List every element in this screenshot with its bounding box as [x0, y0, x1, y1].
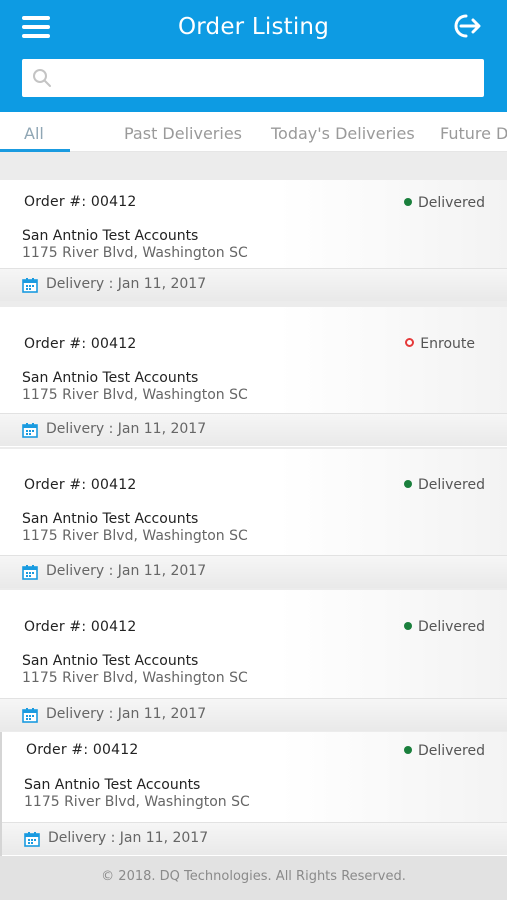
- order-number: Order #: 00412: [24, 619, 137, 635]
- delivery-date: Delivery : Jan 11, 2017: [46, 276, 207, 292]
- status-dot-icon: [403, 198, 412, 206]
- calendar-icon: [22, 278, 38, 293]
- order-card[interactable]: Order #: 00412 Enroute San Antnio Test A…: [0, 307, 507, 447]
- account-name: San Antnio Test Accounts: [22, 370, 199, 386]
- status-label: Delivered: [417, 619, 485, 635]
- account-name: San Antnio Test Accounts: [24, 777, 201, 793]
- account-address: 1175 River Blvd, Washington SC: [22, 387, 248, 403]
- status-badge: Enroute: [405, 336, 475, 352]
- delivery-row: Delivery : Jan 11, 2017: [0, 698, 507, 731]
- account-name: San Antnio Test Accounts: [22, 228, 199, 244]
- status-badge: Delivered: [403, 477, 485, 493]
- delivery-date: Delivery : Jan 11, 2017: [46, 421, 207, 437]
- delivery-row: Delivery : Jan 11, 2017: [0, 268, 507, 301]
- tab-all[interactable]: All: [24, 124, 44, 143]
- calendar-icon: [22, 565, 38, 580]
- search-box: [22, 59, 484, 97]
- delivery-date: Delivery : Jan 11, 2017: [46, 706, 207, 722]
- tab-past-deliveries[interactable]: Past Deliveries: [124, 124, 242, 143]
- status-badge: Delivered: [403, 743, 485, 759]
- search-icon: [33, 69, 51, 87]
- account-name: San Antnio Test Accounts: [22, 511, 199, 527]
- delivery-row: Delivery : Jan 11, 2017: [0, 555, 507, 588]
- order-card[interactable]: Order #: 00412 Delivered San Antnio Test…: [0, 449, 507, 588]
- status-dot-icon: [405, 338, 415, 347]
- footer: © 2018. DQ Technologies. All Rights Rese…: [0, 856, 507, 900]
- delivery-row: Delivery : Jan 11, 2017: [0, 413, 507, 446]
- account-address: 1175 River Blvd, Washington SC: [22, 245, 248, 261]
- calendar-icon: [22, 423, 38, 438]
- status-dot-icon: [403, 622, 412, 630]
- status-badge: Delivered: [403, 619, 485, 635]
- status-label: Delivered: [417, 743, 485, 759]
- tab-todays-deliveries[interactable]: Today's Deliveries: [271, 124, 415, 143]
- order-number: Order #: 00412: [24, 336, 137, 352]
- account-address: 1175 River Blvd, Washington SC: [22, 670, 248, 686]
- app-header: Order Listing: [0, 0, 507, 112]
- copyright-text: © 2018. DQ Technologies. All Rights Rese…: [101, 869, 406, 884]
- order-card[interactable]: Order #: 00412 Delivered San Antnio Test…: [0, 590, 507, 731]
- tab-future-deliveries[interactable]: Future D: [440, 124, 507, 143]
- order-number: Order #: 00412: [24, 477, 137, 493]
- status-label: Enroute: [420, 336, 475, 352]
- delivery-date: Delivery : Jan 11, 2017: [46, 563, 207, 579]
- calendar-icon: [24, 832, 40, 847]
- delivery-date: Delivery : Jan 11, 2017: [48, 830, 209, 846]
- status-badge: Delivered: [403, 195, 485, 211]
- account-name: San Antnio Test Accounts: [22, 653, 199, 669]
- order-list: Order #: 00412 Delivered San Antnio Test…: [0, 152, 507, 856]
- logout-icon[interactable]: [449, 12, 481, 40]
- search-input[interactable]: [62, 59, 472, 97]
- status-label: Delivered: [417, 195, 485, 211]
- order-card[interactable]: Order #: 00412 Delivered San Antnio Test…: [0, 180, 507, 301]
- order-number: Order #: 00412: [26, 742, 139, 758]
- tab-bar: All Past Deliveries Today's Deliveries F…: [0, 112, 507, 152]
- calendar-icon: [22, 708, 38, 723]
- order-card[interactable]: Order #: 00412 Delivered San Antnio Test…: [0, 732, 507, 856]
- account-address: 1175 River Blvd, Washington SC: [22, 528, 248, 544]
- status-label: Delivered: [417, 477, 485, 493]
- status-dot-icon: [403, 746, 412, 754]
- delivery-row: Delivery : Jan 11, 2017: [2, 822, 507, 855]
- status-dot-icon: [403, 480, 412, 488]
- page-title: Order Listing: [177, 14, 330, 40]
- order-number: Order #: 00412: [24, 194, 137, 210]
- account-address: 1175 River Blvd, Washington SC: [24, 794, 250, 810]
